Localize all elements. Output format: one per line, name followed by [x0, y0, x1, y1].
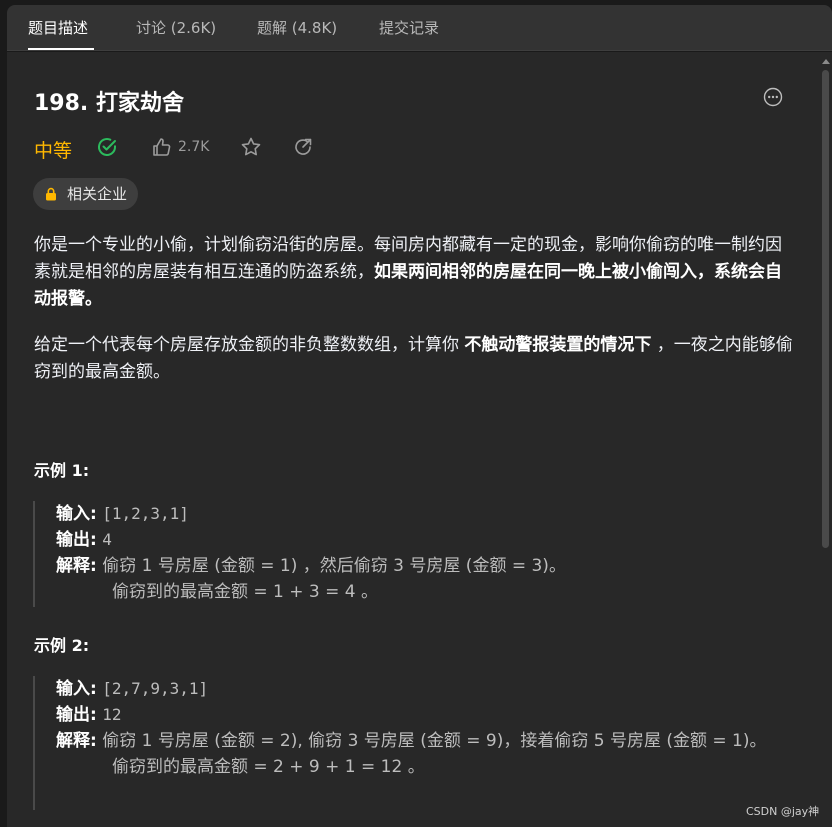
more-horizontal-icon[interactable]	[763, 87, 783, 107]
thumbs-up-icon[interactable]	[151, 136, 173, 158]
example-2-explanation: 解释: 偷窃 1 号房屋 (金额 = 2), 偷窃 3 号房屋 (金额 = 9)…	[56, 731, 767, 751]
example-1-explanation-line-2: 偷窃到的最高金额 = 1 + 3 = 4 。	[112, 582, 379, 602]
like-count: 2.7K	[178, 139, 210, 155]
difficulty-badge: 中等	[34, 140, 73, 162]
example-1-explanation: 解释: 偷窃 1 号房屋 (金额 = 1) ，然后偷窃 3 号房屋 (金额 = …	[56, 556, 566, 576]
problem-panel: 198. 打家劫舍 中等 2.7K 相关企业 你是一个专业的小偷，计划偷窃沿街的…	[7, 52, 819, 827]
star-icon[interactable]	[240, 136, 262, 158]
scroll-up-arrow-icon[interactable]	[822, 59, 830, 64]
watermark: CSDN @jay神	[746, 805, 820, 818]
description-paragraph-2: 给定一个代表每个房屋存放金额的非负整数数组，计算你 不触动警报装置的情况下 ，一…	[34, 335, 793, 382]
problem-title: 198. 打家劫舍	[34, 91, 184, 116]
active-tab-indicator	[28, 48, 94, 50]
tab-bar: 题目描述 讨论 (2.6K) 题解 (4.8K) 提交记录	[7, 5, 832, 51]
example-1-title: 示例 1:	[34, 461, 90, 480]
example-2-block: 输入: [2,7,9,3,1] 输出: 12 解释: 偷窃 1 号房屋 (金额 …	[33, 676, 793, 810]
tab-discussion[interactable]: 讨论 (2.6K)	[136, 17, 216, 39]
tab-description[interactable]: 题目描述	[28, 17, 88, 39]
example-2-input: 输入: [2,7,9,3,1]	[56, 679, 209, 699]
description-paragraph-1: 你是一个专业的小偷，计划偷窃沿街的房屋。每间房内都藏有一定的现金，影响你偷窃的唯…	[34, 235, 782, 309]
example-1-output: 输出: 4	[56, 530, 112, 550]
problem-meta-row: 中等 2.7K	[34, 132, 354, 164]
scrollbar-thumb[interactable]	[822, 70, 829, 548]
example-2-title: 示例 2:	[34, 636, 90, 655]
related-companies-button[interactable]: 相关企业	[33, 178, 139, 210]
vertical-scrollbar[interactable]	[819, 52, 832, 827]
example-1-input: 输入: [1,2,3,1]	[56, 504, 189, 524]
lock-icon	[46, 187, 56, 201]
related-companies-label: 相关企业	[67, 185, 128, 203]
example-2-explanation-line-2: 偷窃到的最高金额 = 2 + 9 + 1 = 12 。	[112, 757, 425, 777]
share-icon[interactable]	[292, 136, 314, 158]
tab-solutions[interactable]: 题解 (4.8K)	[257, 17, 337, 39]
check-circle-icon	[98, 138, 116, 156]
example-1-block: 输入: [1,2,3,1] 输出: 4 解释: 偷窃 1 号房屋 (金额 = 1…	[33, 501, 793, 607]
example-2-output: 输出: 12	[56, 705, 122, 725]
tab-submissions[interactable]: 提交记录	[379, 17, 439, 39]
